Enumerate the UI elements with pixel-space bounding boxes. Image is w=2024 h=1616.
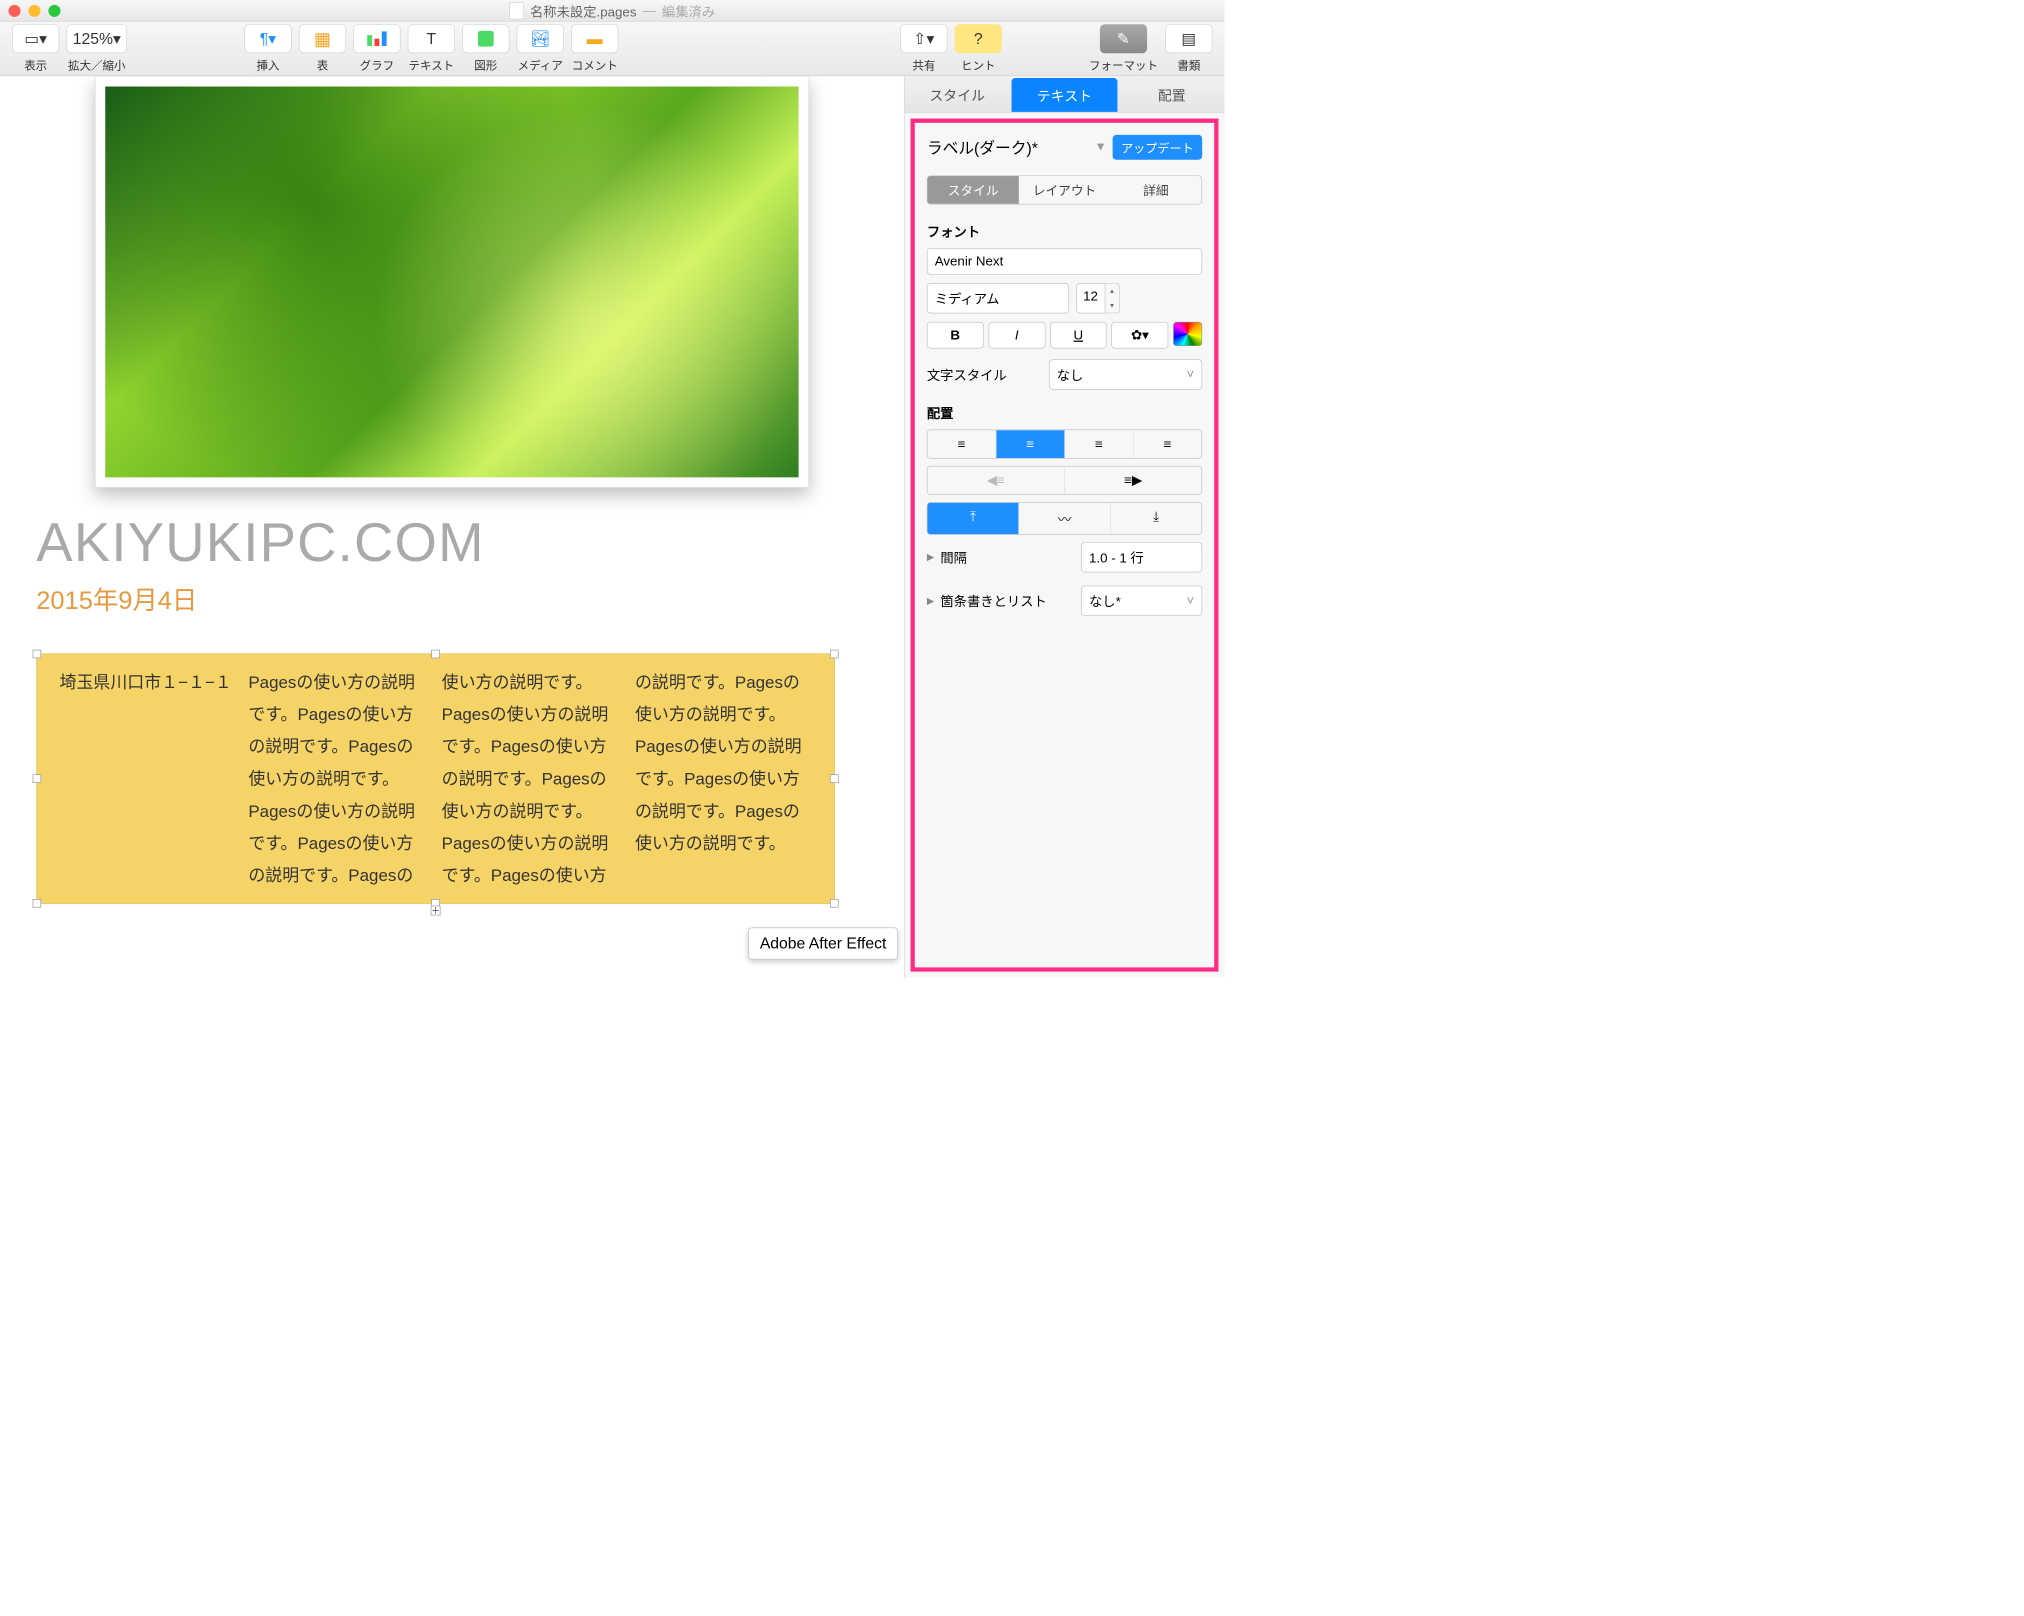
body-text[interactable]: Pagesの使い方の説明です。Pagesの使い方の説明です。Pagesの使い方の…	[248, 673, 801, 885]
hint-button[interactable]: ?ヒント	[955, 24, 1002, 73]
align-left-button[interactable]: ≡	[927, 430, 996, 458]
text-subtabs: スタイル レイアウト 詳細	[927, 175, 1202, 204]
table-button[interactable]: ▦表	[299, 24, 346, 73]
zoom-button[interactable]: 125% ▾拡大／縮小	[67, 24, 128, 73]
maximize-button[interactable]	[48, 5, 60, 17]
media-button[interactable]: 🏞メディア	[517, 24, 564, 73]
valign-top-button[interactable]: ⤒	[927, 503, 1019, 534]
disclosure-triangle-icon: ▶	[927, 551, 934, 563]
valign-bottom-button[interactable]: ⤓	[1111, 503, 1202, 534]
valign-middle-button[interactable]: 〰	[1019, 503, 1111, 534]
titlebar: 名称未設定.pages — 編集済み	[0, 0, 1225, 22]
resize-handle[interactable]	[431, 650, 439, 658]
image-frame[interactable]	[95, 76, 809, 487]
selected-text-block[interactable]: 埼玉県川口市１−１−１ Pagesの使い方の説明です。Pagesの使い方の説明で…	[36, 653, 835, 904]
garden-photo	[105, 87, 798, 478]
window-controls	[8, 5, 60, 17]
address-text[interactable]: 埼玉県川口市１−１−１	[55, 666, 236, 698]
resize-handle[interactable]	[33, 899, 41, 907]
document-icon	[509, 2, 524, 19]
outdent-button[interactable]: ◀≡	[927, 466, 1064, 494]
bullets-select[interactable]: なし*˅	[1081, 586, 1202, 616]
subtab-layout[interactable]: レイアウト	[1019, 176, 1110, 204]
text-color-picker[interactable]	[1173, 322, 1202, 346]
system-tooltip: Adobe After Effect	[748, 927, 898, 959]
text-panel-highlighted: ラベル(ダーク)* ▼ アップデート スタイル レイアウト 詳細 フォント Av…	[911, 119, 1219, 972]
resize-handle[interactable]	[830, 774, 838, 782]
document-button[interactable]: ▤書類	[1165, 24, 1212, 73]
text-button[interactable]: Tテキスト	[408, 24, 455, 73]
font-section-label: フォント	[927, 221, 1202, 240]
resize-handle[interactable]	[830, 899, 838, 907]
align-center-button[interactable]: ≡	[996, 430, 1065, 458]
close-button[interactable]	[8, 5, 20, 17]
bullets-section[interactable]: ▶ 箇条書きとリスト なし*˅	[927, 586, 1202, 616]
share-button[interactable]: ⇧▾共有	[900, 24, 947, 73]
bold-button[interactable]: B	[927, 322, 984, 349]
inspector-tabs: スタイル テキスト 配置	[904, 76, 1224, 112]
horizontal-align: ≡ ≡ ≡ ≡	[927, 430, 1202, 459]
text-options-button[interactable]: ✿▾	[1112, 322, 1169, 349]
chart-button[interactable]: グラフ	[353, 24, 400, 73]
tab-style[interactable]: スタイル	[904, 76, 1009, 112]
font-weight-select[interactable]: ミディアム	[927, 283, 1069, 313]
comment-button[interactable]: ▬コメント	[571, 24, 618, 73]
underline-button[interactable]: U	[1050, 322, 1107, 349]
disclosure-triangle-icon: ▶	[927, 595, 934, 607]
char-style-label: 文字スタイル	[927, 365, 1042, 384]
insert-button[interactable]: ¶▾挿入	[244, 24, 291, 73]
tab-text[interactable]: テキスト	[1012, 78, 1117, 112]
indent-button[interactable]: ≡▶	[1065, 466, 1202, 494]
minimize-button[interactable]	[28, 5, 40, 17]
format-button[interactable]: ✎フォーマット	[1089, 24, 1158, 73]
toolbar: ▭▾表示 125% ▾拡大／縮小 ¶▾挿入 ▦表 グラフ Tテキスト 図形 🏞メ…	[0, 22, 1225, 76]
resize-handle[interactable]	[830, 650, 838, 658]
italic-button[interactable]: I	[988, 322, 1045, 349]
indent-controls: ◀≡ ≡▶	[927, 466, 1202, 495]
spacing-section[interactable]: ▶ 間隔 1.0 - 1 行	[927, 542, 1202, 572]
shape-button[interactable]: 図形	[462, 24, 509, 73]
subtab-style[interactable]: スタイル	[927, 176, 1018, 204]
format-inspector: スタイル テキスト 配置 ラベル(ダーク)* ▼ アップデート スタイル レイア…	[904, 76, 1225, 977]
document-canvas[interactable]: AKIYUKIPC.COM 2015年9月4日 埼玉県川口市１−１−１ Page…	[0, 76, 904, 977]
align-justify-button[interactable]: ≡	[1133, 430, 1201, 458]
line-spacing-select[interactable]: 1.0 - 1 行	[1081, 542, 1202, 572]
window-title: 名称未設定.pages — 編集済み	[509, 1, 715, 20]
align-right-button[interactable]: ≡	[1065, 430, 1134, 458]
chevron-down-icon[interactable]: ▼	[1095, 140, 1107, 154]
font-size-stepper[interactable]: 12 ▲▼	[1076, 283, 1202, 313]
resize-handle[interactable]	[33, 774, 41, 782]
subtab-more[interactable]: 詳細	[1110, 176, 1201, 204]
alignment-section-label: 配置	[927, 403, 1202, 422]
page-heading[interactable]: AKIYUKIPC.COM	[36, 512, 867, 574]
font-family-select[interactable]: Avenir Next	[927, 248, 1202, 275]
char-style-select[interactable]: なし˅	[1049, 359, 1202, 389]
view-button[interactable]: ▭▾表示	[12, 24, 59, 73]
paragraph-style-name[interactable]: ラベル(ダーク)*	[927, 136, 1089, 158]
resize-handle[interactable]	[33, 650, 41, 658]
add-handle[interactable]: ＋	[431, 906, 441, 916]
page-date[interactable]: 2015年9月4日	[36, 580, 867, 617]
tab-arrange[interactable]: 配置	[1119, 76, 1224, 112]
vertical-align: ⤒ 〰 ⤓	[927, 502, 1202, 535]
update-style-button[interactable]: アップデート	[1113, 135, 1203, 160]
